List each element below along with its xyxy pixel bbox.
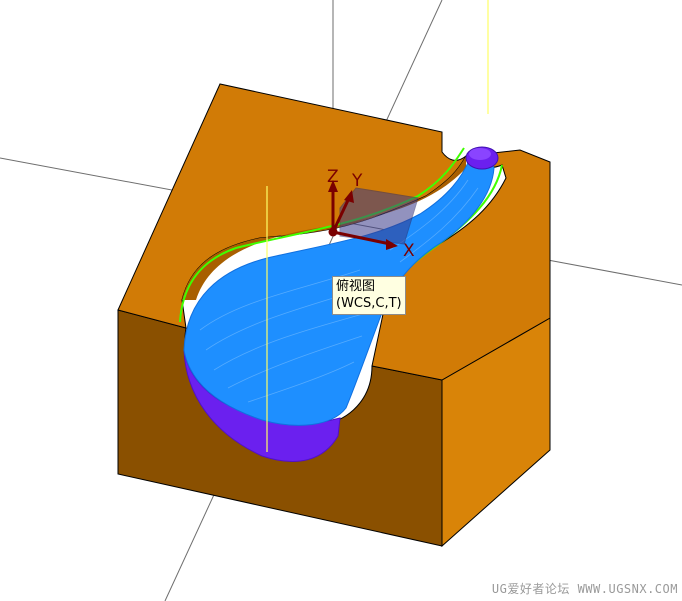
wcs-y-label: Y xyxy=(351,171,363,191)
view-tooltip: 俯视图 (WCS,C,T) xyxy=(332,276,406,315)
wcs-z-label: Z xyxy=(327,167,339,187)
forum-watermark: UG爱好者论坛 WWW.UGSNX.COM xyxy=(491,582,678,596)
tool-tip-top xyxy=(469,148,491,160)
tooltip-view-name: 俯视图 xyxy=(336,279,376,294)
tooltip-view-orientation: (WCS,C,T) xyxy=(336,296,402,311)
wcs-x-label: X xyxy=(403,241,415,261)
